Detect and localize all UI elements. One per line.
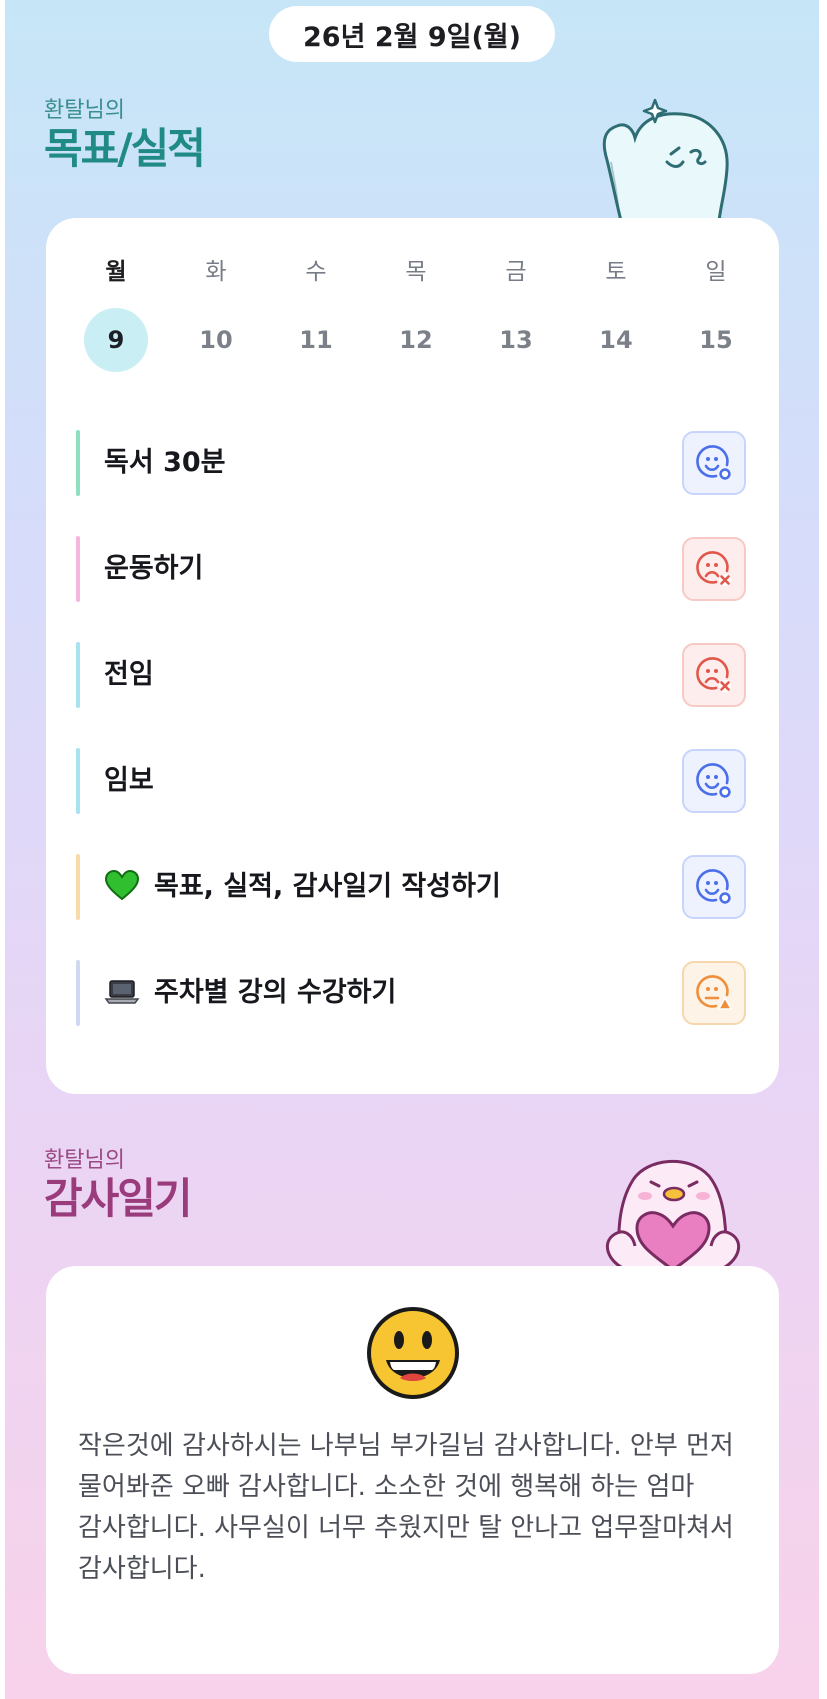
grinning-face-icon bbox=[367, 1307, 459, 1399]
task-item[interactable]: 목표, 실적, 감사일기 작성하기 bbox=[76, 854, 746, 920]
day-tue[interactable]: 화 10 bbox=[166, 254, 266, 372]
task-label-text: 목표, 실적, 감사일기 작성하기 bbox=[154, 871, 501, 902]
day-sun[interactable]: 일 15 bbox=[666, 254, 766, 372]
status-badge[interactable] bbox=[682, 961, 746, 1025]
green-heart-icon bbox=[104, 869, 140, 900]
day-of-week-label: 목 bbox=[405, 259, 427, 285]
sad-face-x-icon bbox=[696, 551, 731, 586]
day-of-week-label: 월 bbox=[105, 259, 127, 285]
task-item[interactable]: 주차별 강의 수강하기 bbox=[76, 960, 746, 1026]
happy-face-icon bbox=[696, 763, 731, 798]
app-screen: 26년 2월 9일(월) 환탈님의 목표/실적 월 9 화 10 수 11 목 … bbox=[5, 0, 819, 1699]
task-label: 독서 30분 bbox=[104, 430, 226, 496]
task-item[interactable]: 전임 bbox=[76, 642, 746, 708]
status-badge[interactable] bbox=[682, 855, 746, 919]
task-label: 임보 bbox=[104, 748, 154, 814]
day-of-week-label: 수 bbox=[305, 259, 327, 285]
task-color-bar bbox=[76, 642, 80, 708]
status-badge[interactable] bbox=[682, 537, 746, 601]
laptop-icon bbox=[104, 979, 140, 1004]
day-wed[interactable]: 수 11 bbox=[266, 254, 366, 372]
day-sat[interactable]: 토 14 bbox=[566, 254, 666, 372]
task-item[interactable]: 운동하기 bbox=[76, 536, 746, 602]
task-color-bar bbox=[76, 748, 80, 814]
day-number: 11 bbox=[299, 326, 333, 354]
gratitude-owner-label: 환탈님의 bbox=[44, 1148, 125, 1173]
task-item[interactable]: 임보 bbox=[76, 748, 746, 814]
status-badge[interactable] bbox=[682, 431, 746, 495]
task-label-text: 전임 bbox=[104, 659, 154, 690]
gratitude-title: 감사일기 bbox=[44, 1174, 193, 1223]
day-fri[interactable]: 금 13 bbox=[466, 254, 566, 372]
task-label-text: 운동하기 bbox=[104, 553, 204, 584]
task-label: 운동하기 bbox=[104, 536, 203, 602]
day-number: 9 bbox=[84, 308, 148, 372]
task-label: 주차별 강의 수강하기 bbox=[104, 960, 396, 1026]
task-color-bar bbox=[76, 854, 80, 920]
task-color-bar bbox=[76, 960, 80, 1026]
day-of-week-label: 화 bbox=[205, 259, 227, 285]
day-number: 13 bbox=[499, 326, 533, 354]
day-of-week-label: 일 bbox=[705, 259, 727, 285]
task-color-bar bbox=[76, 536, 80, 602]
task-label-text: 독서 30분 bbox=[104, 447, 226, 478]
goals-owner-label: 환탈님의 bbox=[44, 98, 125, 123]
happy-face-icon bbox=[696, 445, 731, 480]
day-thu[interactable]: 목 12 bbox=[366, 254, 466, 372]
day-mon[interactable]: 월 9 bbox=[66, 254, 166, 372]
sad-face-x-icon bbox=[696, 657, 731, 692]
task-label: 전임 bbox=[104, 642, 154, 708]
bird-mascot-icon bbox=[605, 1160, 741, 1270]
task-label: 목표, 실적, 감사일기 작성하기 bbox=[104, 854, 501, 920]
status-badge[interactable] bbox=[682, 749, 746, 813]
goals-section-header: 환탈님의 목표/실적 bbox=[44, 98, 206, 174]
date-pill[interactable]: 26년 2월 9일(월) bbox=[269, 6, 555, 62]
status-badge[interactable] bbox=[682, 643, 746, 707]
task-color-bar bbox=[76, 430, 80, 496]
week-strip: 월 9 화 10 수 11 목 12 금 13 토 14 일 15 bbox=[66, 254, 766, 372]
gratitude-card: 작은것에 감사하시는 나부님 부가길님 감사합니다. 안부 먼저 물어봐준 오빠… bbox=[46, 1266, 779, 1674]
day-of-week-label: 금 bbox=[505, 259, 527, 285]
goals-title: 목표/실적 bbox=[44, 124, 206, 173]
day-number: 15 bbox=[699, 326, 733, 354]
task-label-text: 임보 bbox=[104, 765, 154, 796]
goals-card: 월 9 화 10 수 11 목 12 금 13 토 14 일 15 독서 30분… bbox=[46, 218, 779, 1094]
gratitude-entry-text: 작은것에 감사하시는 나부님 부가길님 감사합니다. 안부 먼저 물어봐준 오빠… bbox=[78, 1431, 734, 1584]
task-label-text: 주차별 강의 수강하기 bbox=[154, 977, 397, 1008]
gratitude-section-header: 환탈님의 감사일기 bbox=[44, 1148, 193, 1224]
day-of-week-label: 토 bbox=[605, 259, 627, 285]
day-number: 10 bbox=[199, 326, 233, 354]
day-number: 14 bbox=[599, 326, 633, 354]
happy-face-icon bbox=[696, 869, 731, 904]
neutral-face-warning-icon bbox=[696, 975, 732, 1010]
ghost-mascot-icon bbox=[602, 98, 729, 221]
task-item[interactable]: 독서 30분 bbox=[76, 430, 746, 496]
day-number: 12 bbox=[399, 326, 433, 354]
